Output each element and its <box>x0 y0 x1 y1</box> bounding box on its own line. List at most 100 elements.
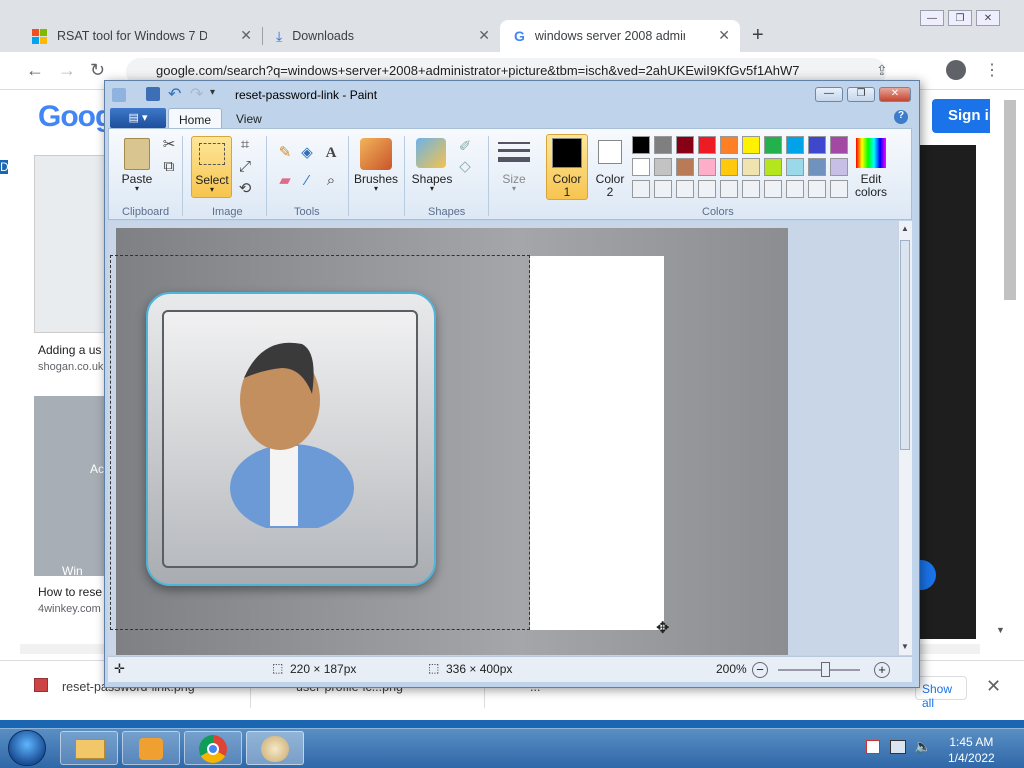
show-all-button[interactable]: Show all <box>915 676 967 710</box>
fill-bucket-icon[interactable]: ◈ <box>298 144 316 162</box>
reload-icon[interactable]: ↻ <box>90 60 105 81</box>
palette-swatch[interactable] <box>786 158 804 176</box>
palette-swatch[interactable] <box>676 136 694 154</box>
minimize-icon[interactable]: — <box>815 87 843 102</box>
zoom-out-icon[interactable]: − <box>752 662 768 678</box>
palette-swatch[interactable] <box>742 180 760 198</box>
paint-menu-button[interactable]: ▤ ▾ <box>110 108 166 128</box>
scroll-down-arrow-icon[interactable]: ▼ <box>901 642 909 651</box>
close-download-bar-icon[interactable]: ✕ <box>986 676 1001 697</box>
forward-arrow-icon[interactable]: → <box>58 60 76 81</box>
magnifier-icon[interactable]: ⌕ <box>322 172 340 190</box>
zoom-in-icon[interactable]: + <box>874 662 890 678</box>
palette-swatch[interactable] <box>654 180 672 198</box>
menu-kebab-icon[interactable]: ⋮ <box>984 60 1000 80</box>
size-icon[interactable] <box>498 138 530 168</box>
taskbar-media-player[interactable] <box>122 731 180 765</box>
palette-swatch[interactable] <box>720 158 738 176</box>
palette-swatch[interactable] <box>676 180 694 198</box>
taskbar-explorer[interactable] <box>60 731 118 765</box>
palette-swatch[interactable] <box>632 180 650 198</box>
palette-swatch[interactable] <box>698 158 716 176</box>
scroll-down-arrow-icon[interactable]: ▼ <box>996 625 1005 635</box>
paint-title-bar[interactable] <box>108 84 916 106</box>
palette-swatch[interactable] <box>764 180 782 198</box>
resize-icon[interactable]: ⤢ <box>236 158 254 176</box>
paste-icon[interactable] <box>124 138 150 170</box>
palette-swatch[interactable] <box>764 158 782 176</box>
palette-swatch[interactable] <box>654 158 672 176</box>
paste-dropdown-icon[interactable]: ▾ <box>118 184 156 193</box>
palette-swatch[interactable] <box>808 158 826 176</box>
crop-icon[interactable]: ⌗ <box>236 136 254 154</box>
action-center-icon[interactable] <box>866 740 880 754</box>
palette-swatch[interactable] <box>742 136 760 154</box>
palette-swatch[interactable] <box>764 136 782 154</box>
tab-google-search[interactable]: G windows server 2008 administrat ✕ <box>500 20 740 52</box>
volume-icon[interactable]: 🔈 <box>914 738 931 755</box>
size-dropdown-icon[interactable]: ▾ <box>494 184 534 193</box>
brushes-icon[interactable] <box>360 138 392 170</box>
edit-colors-icon[interactable] <box>856 138 886 168</box>
palette-swatch[interactable] <box>808 136 826 154</box>
profile-avatar-icon[interactable] <box>946 60 966 80</box>
tab-view[interactable]: View <box>226 108 272 129</box>
system-clock[interactable]: 1:45 AM 1/4/2022 <box>948 734 995 766</box>
start-button[interactable] <box>8 730 46 766</box>
quick-access-dropdown-icon[interactable]: ▾ <box>210 87 215 98</box>
paint-app-icon[interactable] <box>112 88 126 102</box>
minimize-icon[interactable]: — <box>920 10 944 26</box>
palette-swatch[interactable] <box>632 158 650 176</box>
scrollbar-thumb[interactable] <box>900 240 910 450</box>
zoom-slider-track[interactable] <box>778 669 860 671</box>
maximize-icon[interactable]: ❐ <box>847 87 875 102</box>
palette-swatch[interactable] <box>676 158 694 176</box>
palette-swatch[interactable] <box>786 136 804 154</box>
eraser-icon[interactable]: ▰ <box>276 172 294 190</box>
copy-icon[interactable]: ⧉ <box>160 158 178 176</box>
palette-swatch[interactable] <box>720 180 738 198</box>
select-button[interactable]: Select ▾ <box>191 136 232 198</box>
result-caption[interactable]: Adding a us <box>38 343 101 357</box>
scroll-up-arrow-icon[interactable]: ▲ <box>901 224 909 233</box>
shapes-icon[interactable] <box>416 138 446 168</box>
palette-swatch[interactable] <box>698 136 716 154</box>
sign-in-button[interactable]: Sign in <box>932 99 998 133</box>
network-icon[interactable] <box>890 740 906 754</box>
palette-swatch[interactable] <box>720 136 738 154</box>
zoom-slider-thumb[interactable] <box>821 662 830 677</box>
taskbar-paint[interactable] <box>246 731 304 765</box>
color-picker-icon[interactable]: ⁄ <box>298 172 316 190</box>
tab-rsat[interactable]: RSAT tool for Windows 7 Downlo ✕ <box>18 20 262 52</box>
cut-icon[interactable]: ✂ <box>160 136 178 154</box>
scrollbar-thumb[interactable] <box>1004 100 1016 300</box>
shapes-dropdown-icon[interactable]: ▾ <box>408 184 456 193</box>
edit-colors-label[interactable]: Edit <box>846 172 896 186</box>
color2-label[interactable]: Color <box>590 172 630 186</box>
palette-swatch[interactable] <box>654 136 672 154</box>
tab-close-icon[interactable]: ✕ <box>718 27 730 44</box>
taskbar-chrome[interactable] <box>184 731 242 765</box>
pencil-icon[interactable]: ✎ <box>276 144 294 162</box>
outline-icon[interactable]: ✐ <box>456 138 474 156</box>
share-icon[interactable]: ⇪ <box>876 62 888 79</box>
tab-downloads[interactable]: ⤓ Downloads ✕ <box>262 20 500 52</box>
tab-home[interactable]: Home <box>168 108 223 129</box>
result-caption[interactable]: How to rese <box>38 585 102 599</box>
brushes-dropdown-icon[interactable]: ▾ <box>352 184 400 193</box>
close-icon[interactable]: ✕ <box>879 87 911 102</box>
palette-swatch[interactable] <box>830 136 848 154</box>
google-logo[interactable]: Goog <box>38 100 113 134</box>
fill-icon[interactable]: ◇ <box>456 158 474 176</box>
redo-icon[interactable]: ↷ <box>190 84 203 104</box>
text-tool-icon[interactable]: A <box>322 144 340 162</box>
tab-close-icon[interactable]: ✕ <box>478 27 490 44</box>
color2-swatch[interactable] <box>598 140 622 164</box>
palette-swatch[interactable] <box>808 180 826 198</box>
save-icon[interactable] <box>146 87 160 101</box>
back-arrow-icon[interactable]: ← <box>26 60 44 81</box>
palette-swatch[interactable] <box>786 180 804 198</box>
selection-rectangle[interactable] <box>110 255 530 630</box>
maximize-icon[interactable]: ❐ <box>948 10 972 26</box>
palette-swatch[interactable] <box>698 180 716 198</box>
